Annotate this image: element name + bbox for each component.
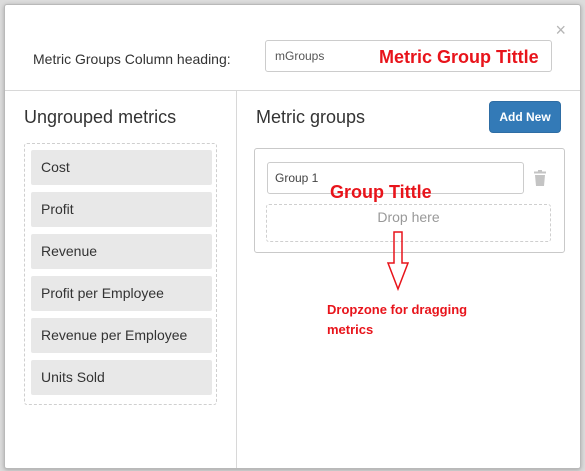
column-heading-label: Metric Groups Column heading: bbox=[33, 51, 231, 67]
modal-header: Metric Groups Column heading: mGroups Me… bbox=[5, 5, 580, 91]
group-name-value: Group 1 bbox=[275, 171, 319, 185]
metric-groups-modal: × Metric Groups Column heading: mGroups … bbox=[4, 4, 581, 469]
ungrouped-metrics-list[interactable]: Cost Profit Revenue Profit per Employee … bbox=[24, 143, 217, 405]
metric-item-profit-per-employee[interactable]: Profit per Employee bbox=[31, 276, 212, 311]
ungrouped-metrics-pane: Ungrouped metrics Cost Profit Revenue Pr… bbox=[5, 91, 237, 468]
group-name-input[interactable]: Group 1 Group Tittle bbox=[267, 162, 524, 202]
trash-icon[interactable] bbox=[533, 170, 547, 186]
ungrouped-metrics-title: Ungrouped metrics bbox=[24, 107, 177, 127]
metric-groups-title: Metric groups bbox=[256, 107, 366, 127]
metric-item-profit[interactable]: Profit bbox=[31, 192, 212, 227]
add-new-button[interactable]: Add New bbox=[489, 101, 561, 133]
metric-group-title-annotation: Metric Group Tittle bbox=[379, 47, 539, 67]
metric-item-units-sold[interactable]: Units Sold bbox=[31, 360, 212, 395]
dropzone-annotation: Dropzone for dragging metrics bbox=[327, 302, 468, 337]
metric-item-cost[interactable]: Cost bbox=[31, 150, 212, 185]
metric-group-card: Group 1 Group Tittle Drop here bbox=[254, 148, 565, 253]
group-title-annotation: Group Tittle bbox=[330, 182, 432, 202]
metric-item-revenue[interactable]: Revenue bbox=[31, 234, 212, 269]
metric-item-revenue-per-employee[interactable]: Revenue per Employee bbox=[31, 318, 212, 353]
down-arrow-annotation-icon bbox=[387, 231, 409, 291]
